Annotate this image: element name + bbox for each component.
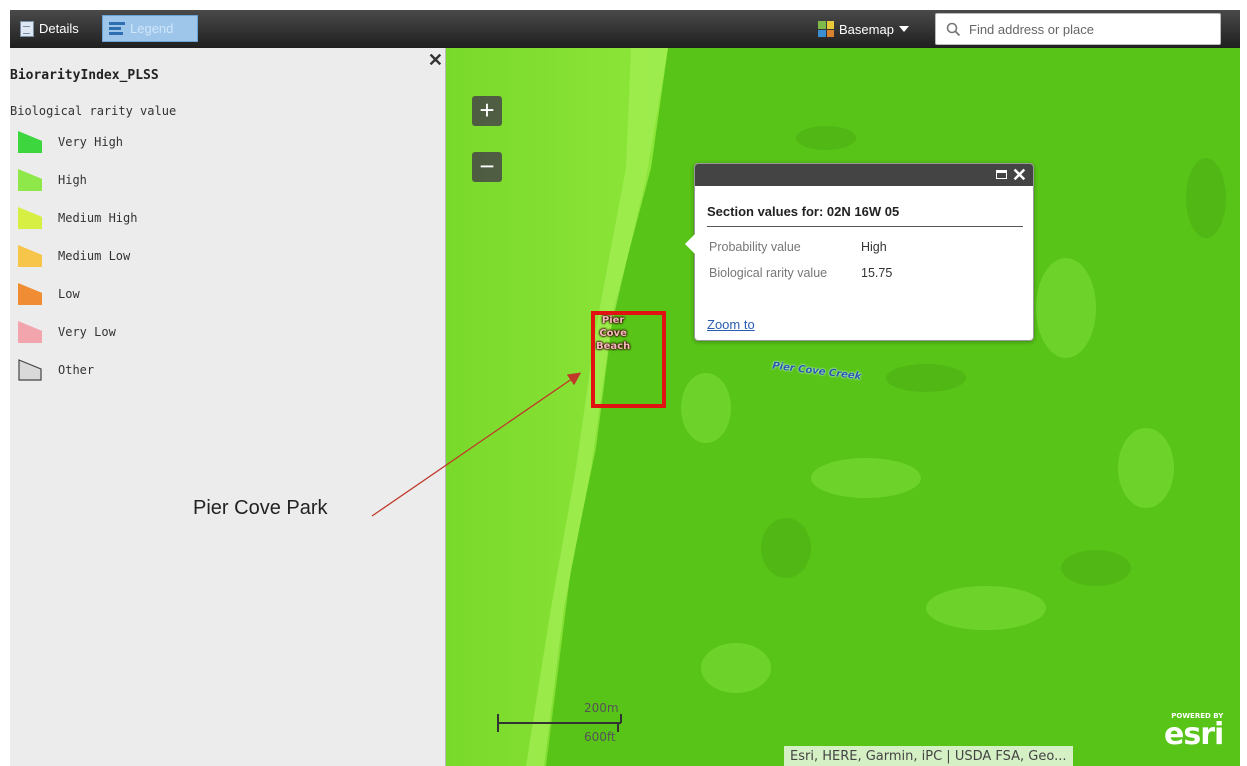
popup-row-label: Biological rarity value <box>709 266 828 280</box>
popup-title: Section values for: 02N 16W 05 <box>707 204 900 219</box>
popup-header: ✕ <box>695 164 1033 186</box>
legend-item-very-low: Very Low <box>18 320 116 344</box>
legend-panel: ✕ BiorarityIndex_PLSS Biological rarity … <box>10 48 446 766</box>
popup-row-value: High <box>861 240 887 254</box>
scale-imperial: 600ft <box>584 730 616 744</box>
map-view[interactable]: + − Pier Cove Beach Pier Cove Creek ✕ Se… <box>446 48 1240 766</box>
legend-swatch <box>18 245 42 267</box>
tab-legend[interactable]: Legend <box>102 15 198 42</box>
zoom-to-link[interactable]: Zoom to <box>707 317 755 332</box>
caret-down-icon <box>898 26 909 32</box>
maximize-icon[interactable] <box>996 170 1007 179</box>
legend-label: High <box>58 173 87 187</box>
map-imagery <box>446 48 1240 766</box>
legend-swatch <box>18 207 42 229</box>
search-box[interactable] <box>935 13 1221 45</box>
zoom-in-button[interactable]: + <box>472 96 502 126</box>
legend-swatch <box>18 169 42 191</box>
scale-metric: 200m <box>584 701 619 715</box>
legend-item-other: Other <box>18 358 94 382</box>
tab-legend-label: Legend <box>130 21 174 36</box>
document-icon <box>20 20 34 37</box>
basemap-grid-icon <box>818 21 834 37</box>
search-input[interactable] <box>967 20 1211 38</box>
legend-label: Low <box>58 287 80 301</box>
legend-label: Medium High <box>58 211 138 225</box>
legend-item-very-high: Very High <box>18 130 123 154</box>
popup-pointer <box>685 234 695 254</box>
zoom-out-button[interactable]: − <box>472 152 502 182</box>
legend-field-name: Biological rarity value <box>10 104 177 118</box>
popup-row-label: Probability value <box>709 240 801 254</box>
legend-item-medium-low: Medium Low <box>18 244 130 268</box>
legend-label: Other <box>58 363 95 377</box>
legend-swatch <box>18 321 42 343</box>
legend-label: Very Low <box>58 325 116 339</box>
legend-item-low: Low <box>18 282 80 306</box>
info-popup: ✕ Section values for: 02N 16W 05 Probabi… <box>685 163 1034 341</box>
map-attribution[interactable]: Esri, HERE, Garmin, iPC | USDA FSA, Geo.… <box>784 746 1073 766</box>
popup-divider <box>707 226 1023 227</box>
popup-row: Probability value High <box>709 240 887 254</box>
top-toolbar: Details Legend Basemap <box>10 10 1240 48</box>
esri-brand: esri <box>1164 717 1224 752</box>
tab-details[interactable]: Details <box>14 15 85 42</box>
tab-details-label: Details <box>39 21 79 36</box>
legend-label: Very High <box>58 135 124 149</box>
basemap-button[interactable]: Basemap <box>818 18 909 40</box>
list-icon <box>109 21 125 37</box>
close-icon[interactable]: ✕ <box>1012 165 1027 185</box>
popup-row-value: 15.75 <box>861 266 893 280</box>
legend-swatch <box>18 131 42 153</box>
popup-row: Biological rarity value 15.75 <box>709 266 892 280</box>
basemap-label: Basemap <box>839 21 894 37</box>
legend-swatch <box>18 359 42 381</box>
scale-bar: 200m 600ft <box>496 701 626 745</box>
legend-item-high: High <box>18 168 87 192</box>
esri-logo: POWERED BY esri <box>1164 712 1224 752</box>
search-icon <box>946 22 961 36</box>
highlight-box <box>591 311 666 408</box>
legend-swatch <box>18 283 42 305</box>
layer-title: BiorarityIndex_PLSS <box>10 68 159 83</box>
close-icon[interactable]: ✕ <box>428 51 443 69</box>
annotation-label: Pier Cove Park <box>193 497 328 519</box>
legend-label: Medium Low <box>58 249 131 263</box>
legend-item-medium-high: Medium High <box>18 206 137 230</box>
